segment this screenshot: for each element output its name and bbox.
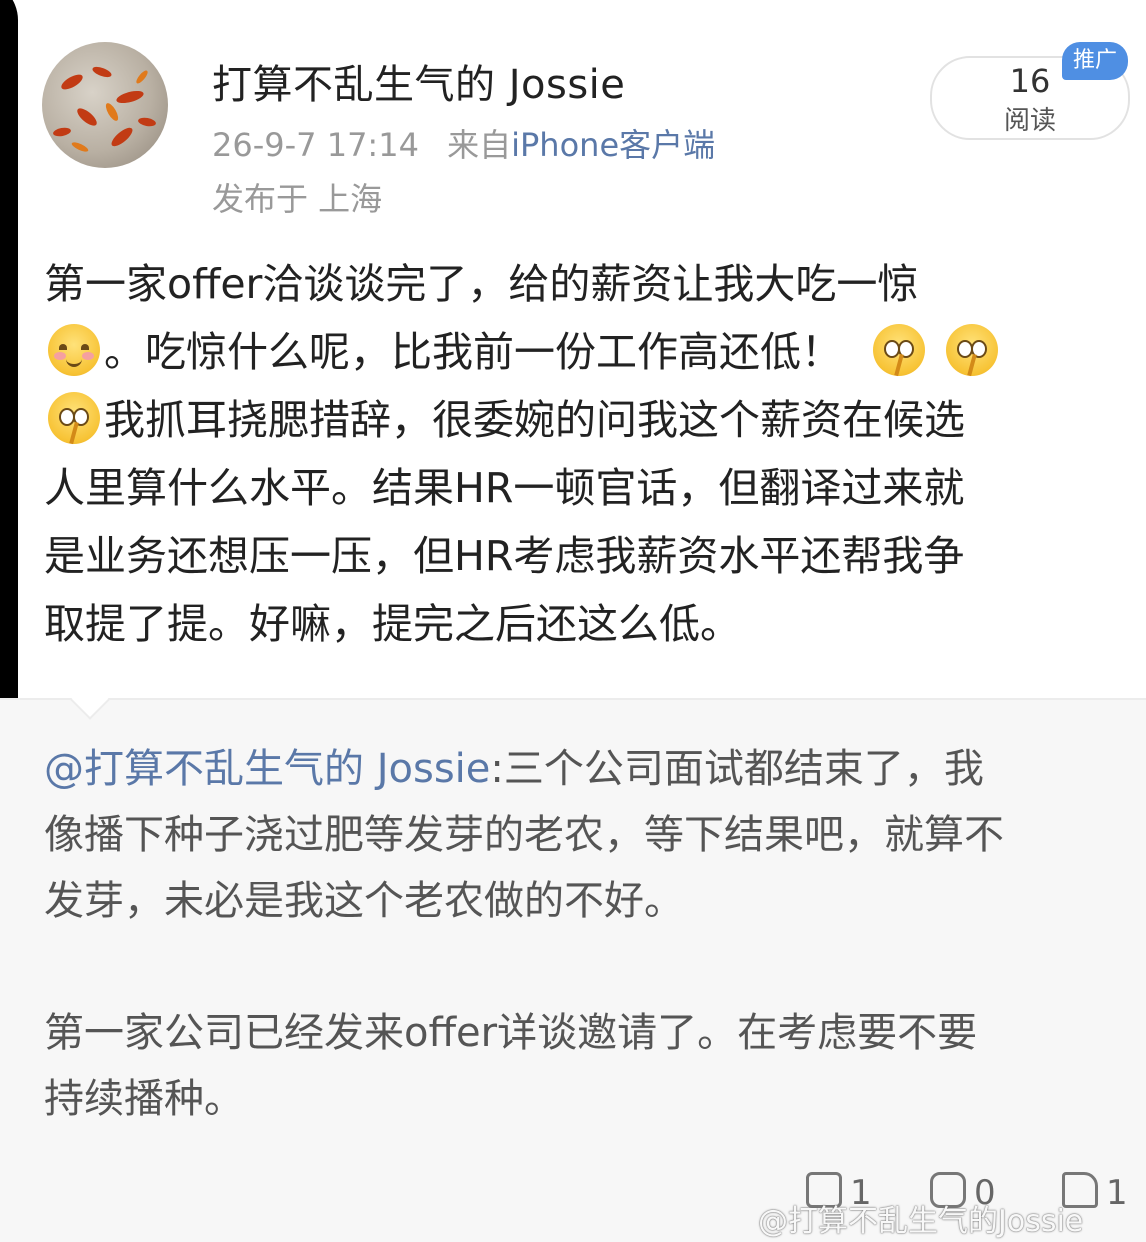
read-label: 阅读 — [1003, 106, 1056, 136]
post-body: 第一家offer洽谈谈完了，给的薪资让我大吃一惊 。吃惊什么呢，比我前一份工作高… — [44, 250, 1124, 658]
quoted-post-text-2: 第一家公司已经发来offer详谈邀请了。在考虑要不要 持续播种。 — [44, 1000, 1124, 1132]
promote-button[interactable]: 推广 — [1062, 42, 1128, 80]
mention-link[interactable]: @打算不乱生气的 Jossie — [44, 746, 490, 792]
post-body-line: 是业务还想压一压，但HR考虑我薪资水平还帮我争 — [44, 532, 965, 580]
post-body-line: 我抓耳挠腮措辞，很委婉的问我这个薪资在候选 — [104, 396, 965, 444]
quoted-text-line: 像播下种子浇过肥等发芽的老农，等下结果吧，就算不 — [44, 812, 1004, 858]
post-source-link[interactable]: iPhone客户端 — [511, 126, 715, 164]
post-location: 发布于 上海 — [212, 180, 383, 218]
post-body-line-with-emoji: 。吃惊什么呢，比我前一份工作高还低！ — [44, 318, 1124, 386]
post-body-line: 取提了提。好嘛，提完之后还这么低。 — [44, 600, 741, 648]
like-count: 1 — [1106, 1173, 1128, 1213]
post-body-line-with-emoji: 我抓耳挠腮措辞，很委婉的问我这个薪资在候选 — [44, 386, 1124, 454]
watermark: @打算不乱生气的Jossie — [758, 1204, 1084, 1239]
quoted-text-line: 持续播种。 — [44, 1076, 244, 1122]
post-author-name[interactable]: 打算不乱生气的 Jossie — [212, 52, 625, 110]
weibo-post-page: 打算不乱生气的 Jossie 26-9-7 17:14 来自iPhone客户端 … — [0, 0, 1146, 1242]
smile-emoji-icon — [48, 324, 100, 376]
source-prefix: 来自 — [447, 126, 512, 164]
quoted-post-text: @打算不乱生气的 Jossie:三个公司面试都结束了，我 像播下种子浇过肥等发芽… — [44, 736, 1124, 934]
post-meta: 26-9-7 17:14 来自iPhone客户端 — [212, 120, 715, 166]
quoted-text-line: 第一家公司已经发来offer详谈邀请了。在考虑要不要 — [44, 1010, 978, 1056]
post-body-line: 。吃惊什么呢，比我前一份工作高还低！ — [104, 328, 842, 376]
broken-heart-emoji-icon — [946, 324, 999, 377]
avatar-image — [53, 66, 156, 152]
post-body-line: 第一家offer洽谈谈完了，给的薪资让我大吃一惊 — [44, 260, 919, 308]
post-time: 26-9-7 17:14 — [212, 126, 419, 164]
broken-heart-emoji-icon — [48, 392, 100, 445]
quoted-text-line: 发芽，未必是我这个老农做的不好。 — [44, 878, 684, 924]
quoted-text-line: :三个公司面试都结束了，我 — [490, 746, 984, 792]
screen-edge — [0, 0, 18, 740]
avatar[interactable] — [42, 42, 168, 168]
broken-heart-emoji-icon — [873, 324, 926, 377]
post-body-line: 人里算什么水平。结果HR一顿官话，但翻译过来就 — [44, 464, 965, 512]
